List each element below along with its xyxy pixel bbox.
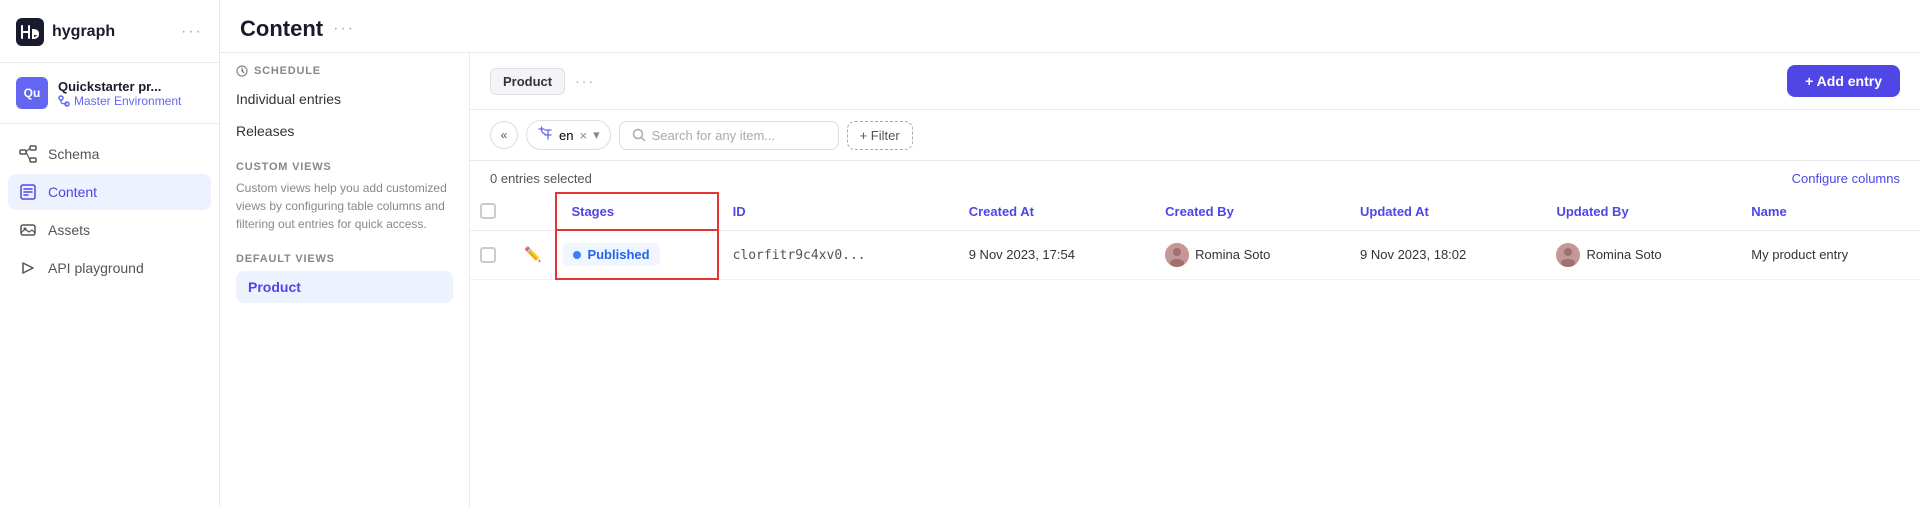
table-body: ✏️ Published clorfitr9c4xv0... <box>470 230 1920 279</box>
lang-clear-icon[interactable]: × <box>579 128 587 143</box>
logo-bar: hygraph ··· <box>0 0 219 63</box>
table-area: 0 entries selected Configure columns Sta… <box>470 161 1920 507</box>
row-created-at: 9 Nov 2023, 17:54 <box>955 230 1151 279</box>
header-updated-by: Updated By <box>1542 193 1737 230</box>
row-edit[interactable]: ✏️ <box>510 230 556 279</box>
page-title: Content <box>240 16 323 42</box>
clock-icon <box>236 65 248 77</box>
logo-text: hygraph <box>52 23 115 41</box>
row-created-by: Romina Soto <box>1151 230 1346 279</box>
content-table: Stages ID Created At Created By Updated … <box>470 192 1920 280</box>
published-label: Published <box>587 247 649 262</box>
filter-button[interactable]: + Filter <box>847 121 913 150</box>
table-row: ✏️ Published clorfitr9c4xv0... <box>470 230 1920 279</box>
language-selector[interactable]: en × ▾ <box>526 120 611 150</box>
header-name: Name <box>1737 193 1920 230</box>
lang-code: en <box>559 128 573 143</box>
header-checkbox-col <box>470 193 510 230</box>
header-created-at: Created At <box>955 193 1151 230</box>
collapse-button[interactable]: « <box>490 121 518 149</box>
content-left-panel: SCHEDULE Individual entries Releases CUS… <box>220 53 470 507</box>
workspace-avatar: Qu <box>16 77 48 109</box>
row-id: clorfitr9c4xv0... <box>718 230 955 279</box>
schema-label: Schema <box>48 146 99 162</box>
lang-chevron-icon[interactable]: ▾ <box>593 127 600 143</box>
search-box[interactable]: Search for any item... <box>619 121 839 150</box>
row-updated-by: Romina Soto <box>1542 230 1737 279</box>
custom-views-header: CUSTOM VIEWS <box>236 147 453 179</box>
header-action-col <box>510 193 556 230</box>
sidebar-item-schema[interactable]: Schema <box>8 136 211 172</box>
content-title: Content ··· <box>240 16 355 42</box>
schedule-section-header: SCHEDULE <box>236 53 453 83</box>
configure-columns-button[interactable]: Configure columns <box>1792 171 1900 186</box>
created-by-name: Romina Soto <box>1195 247 1270 262</box>
content-header: Content ··· <box>220 0 1920 53</box>
table-header-row: Stages ID Created At Created By Updated … <box>470 193 1920 230</box>
search-placeholder: Search for any item... <box>652 128 776 143</box>
workspace-env: Master Environment <box>58 94 203 108</box>
updated-by-cell: Romina Soto <box>1556 243 1723 267</box>
content-title-more-icon[interactable]: ··· <box>333 20 355 38</box>
logo-more-icon[interactable]: ··· <box>181 23 203 41</box>
row-checkbox[interactable] <box>470 230 510 279</box>
releases-item[interactable]: Releases <box>236 115 453 147</box>
content-label: Content <box>48 184 97 200</box>
updated-by-avatar <box>1556 243 1580 267</box>
individual-entries-item[interactable]: Individual entries <box>236 83 453 115</box>
row-name: My product entry <box>1737 230 1920 279</box>
main-content: Content ··· SCHEDULE Individual entries … <box>220 0 1920 507</box>
env-label: Master Environment <box>74 94 181 108</box>
created-by-avatar <box>1165 243 1189 267</box>
workspace-section[interactable]: Qu Quickstarter pr... Master Environment <box>0 63 219 124</box>
assets-icon <box>18 220 38 240</box>
product-tab-label: Product <box>503 74 552 89</box>
published-badge: Published <box>563 243 659 266</box>
avatar-image <box>1165 243 1189 267</box>
api-playground-label: API playground <box>48 260 144 276</box>
select-all-checkbox[interactable] <box>480 203 496 219</box>
toolbar: « en × ▾ <box>470 110 1920 161</box>
table-meta: 0 entries selected Configure columns <box>470 161 1920 192</box>
default-view-product[interactable]: Product <box>236 271 453 303</box>
translate-icon <box>537 125 553 145</box>
workspace-info: Quickstarter pr... Master Environment <box>58 79 203 108</box>
row-updated-at: 9 Nov 2023, 18:02 <box>1346 230 1542 279</box>
product-tab[interactable]: Product <box>490 68 565 95</box>
entries-selected-count: 0 entries selected <box>490 171 592 186</box>
header-updated-at: Updated At <box>1346 193 1542 230</box>
default-views-header: DEFAULT VIEWS <box>236 243 453 271</box>
schema-icon <box>18 144 38 164</box>
avatar-image-2 <box>1556 243 1580 267</box>
updated-by-name: Romina Soto <box>1586 247 1661 262</box>
workspace-name: Quickstarter pr... <box>58 79 203 94</box>
edit-icon[interactable]: ✏️ <box>524 246 541 262</box>
header-stages: Stages <box>556 193 717 230</box>
branch-icon <box>58 95 70 107</box>
header-id: ID <box>718 193 955 230</box>
sidebar-item-assets[interactable]: Assets <box>8 212 211 248</box>
sidebar-item-content[interactable]: Content <box>8 174 211 210</box>
api-icon <box>18 258 38 278</box>
row-stage: Published <box>556 230 717 279</box>
search-icon <box>632 128 646 142</box>
entry-id: clorfitr9c4xv0... <box>733 248 866 263</box>
tab-more-icon[interactable]: ··· <box>575 73 595 89</box>
hygraph-logo-icon <box>16 18 44 46</box>
custom-views-description: Custom views help you add customized vie… <box>236 179 453 243</box>
sidebar: hygraph ··· Qu Quickstarter pr... Master… <box>0 0 220 507</box>
content-icon <box>18 182 38 202</box>
right-top-bar: Product ··· + Add entry <box>470 53 1920 110</box>
sidebar-item-api-playground[interactable]: API playground <box>8 250 211 286</box>
published-dot <box>573 251 581 259</box>
right-panel: Product ··· + Add entry « en × <box>470 53 1920 507</box>
assets-label: Assets <box>48 222 90 238</box>
nav-items: Schema Content Assets <box>0 124 219 298</box>
header-created-by: Created By <box>1151 193 1346 230</box>
created-by-cell: Romina Soto <box>1165 243 1332 267</box>
add-entry-button[interactable]: + Add entry <box>1787 65 1900 97</box>
content-layout: SCHEDULE Individual entries Releases CUS… <box>220 53 1920 507</box>
